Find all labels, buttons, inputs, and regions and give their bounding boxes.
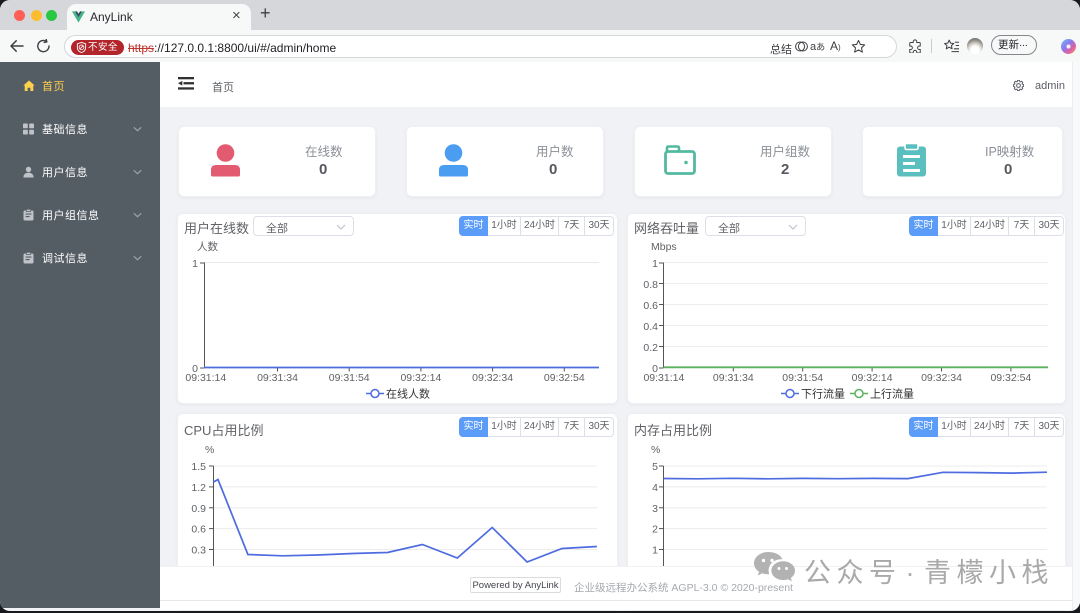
svg-text:3: 3 — [652, 503, 658, 515]
svg-text:09:32:34: 09:32:34 — [472, 372, 513, 384]
svg-text:09:32:54: 09:32:54 — [544, 372, 585, 384]
svg-text:09:32:54: 09:32:54 — [990, 372, 1031, 384]
svg-text:09:32:14: 09:32:14 — [852, 372, 893, 384]
svg-text:%: % — [651, 444, 660, 456]
svg-text:1: 1 — [652, 545, 658, 557]
svg-text:0.3: 0.3 — [191, 545, 206, 557]
svg-text:09:32:14: 09:32:14 — [400, 372, 441, 384]
svg-text:0.6: 0.6 — [643, 300, 658, 312]
svg-text:4: 4 — [652, 482, 658, 494]
svg-text:在线人数: 在线人数 — [386, 387, 430, 401]
svg-text:下行流量: 下行流量 — [801, 387, 845, 401]
svg-text:09:31:54: 09:31:54 — [782, 372, 823, 384]
svg-text:0.9: 0.9 — [191, 503, 206, 515]
svg-text:0.2: 0.2 — [643, 342, 658, 354]
svg-text:1: 1 — [652, 258, 658, 270]
svg-text:1.5: 1.5 — [191, 461, 206, 473]
svg-text:0.6: 0.6 — [191, 524, 206, 536]
svg-text:1.2: 1.2 — [191, 482, 206, 494]
svg-text:09:31:14: 09:31:14 — [643, 372, 684, 384]
svg-text:0.8: 0.8 — [643, 279, 658, 291]
svg-text:上行流量: 上行流量 — [870, 387, 914, 401]
svg-text:09:31:14: 09:31:14 — [185, 372, 226, 384]
svg-text:1: 1 — [192, 258, 198, 270]
svg-text:Mbps: Mbps — [651, 241, 677, 253]
svg-text:09:32:34: 09:32:34 — [921, 372, 962, 384]
svg-text:09:31:54: 09:31:54 — [329, 372, 370, 384]
svg-text:%: % — [205, 444, 214, 456]
svg-text:0.4: 0.4 — [643, 321, 658, 333]
svg-text:5: 5 — [652, 461, 658, 473]
svg-text:09:31:34: 09:31:34 — [257, 372, 298, 384]
svg-text:2: 2 — [652, 524, 658, 536]
svg-text:人数: 人数 — [197, 240, 218, 253]
svg-text:09:31:34: 09:31:34 — [713, 372, 754, 384]
